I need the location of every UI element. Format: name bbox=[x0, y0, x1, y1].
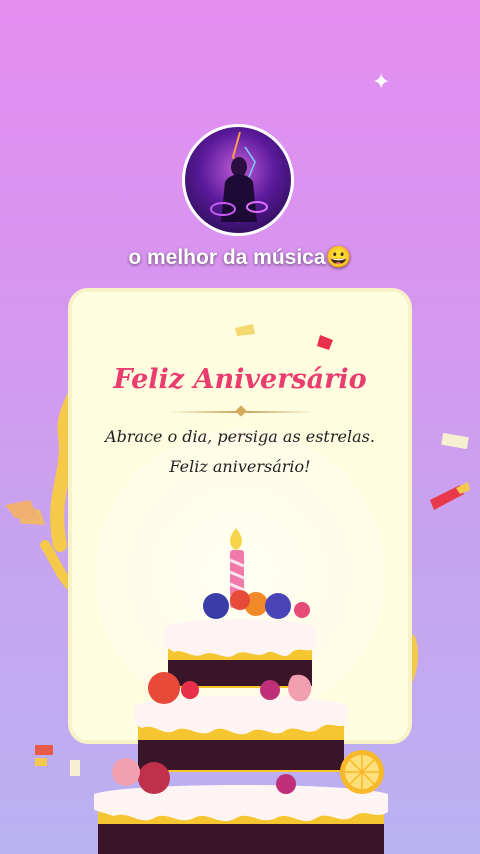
card-title: Feliz Aniversário bbox=[113, 364, 367, 395]
singer-avatar-icon bbox=[210, 131, 268, 223]
sparkle-icon: ✦ bbox=[372, 70, 391, 95]
card-message: Abrace o dia, persiga as estrelas. Feliz… bbox=[105, 427, 375, 476]
profile-username[interactable]: o melhor da música😀 bbox=[0, 246, 480, 270]
confetti-right bbox=[430, 432, 470, 510]
confetti-card bbox=[235, 324, 333, 350]
avatar[interactable] bbox=[182, 124, 294, 236]
birthday-cake-icon bbox=[94, 528, 388, 854]
confetti-left bbox=[5, 500, 75, 590]
